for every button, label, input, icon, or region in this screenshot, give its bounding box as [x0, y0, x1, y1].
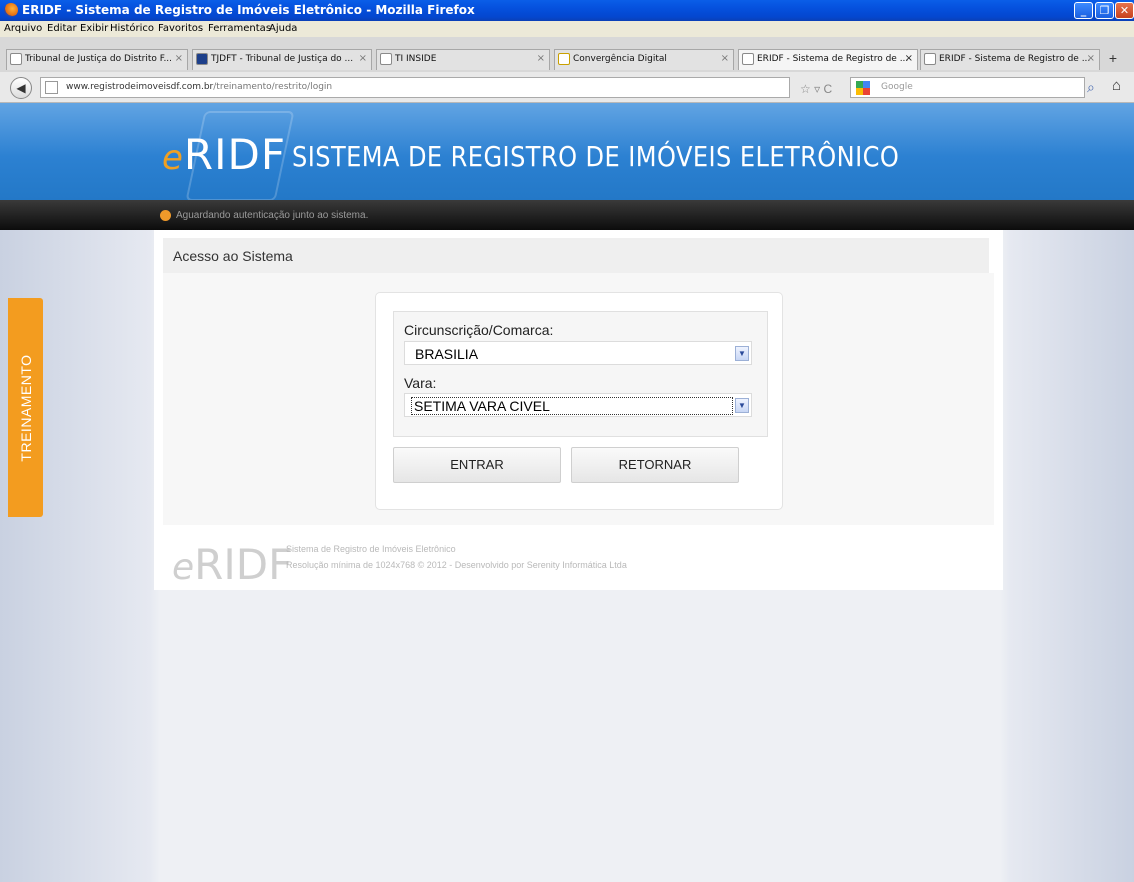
return-button[interactable]: RETORNAR — [571, 447, 739, 483]
menu-historico[interactable]: Histórico — [110, 23, 154, 34]
cd-favicon — [558, 53, 570, 65]
menu-exibir[interactable]: Exibir — [80, 23, 108, 34]
url-text: www.registrodeimoveisdf.com.br/treinamen… — [66, 82, 332, 92]
logo-main: RIDF — [183, 130, 286, 179]
logo-prefix: e — [162, 138, 184, 178]
main-content: Acesso ao Sistema Circunscrição/Comarca:… — [154, 230, 1003, 590]
tjdft-favicon — [196, 53, 208, 65]
firefox-icon — [4, 3, 18, 17]
tab-label: TI INSIDE — [395, 54, 437, 64]
vara-select[interactable]: SETIMA VARA CIVEL ▼ — [404, 393, 752, 417]
site-header: eRIDF SISTEMA DE REGISTRO DE IMÓVEIS ELE… — [0, 103, 1134, 200]
tab-label: TJDFT - Tribunal de Justiça do ... — [211, 54, 354, 64]
menu-editar[interactable]: Editar — [47, 23, 77, 34]
tab-close-icon[interactable]: × — [721, 53, 729, 64]
search-input[interactable]: Google — [850, 77, 1085, 98]
footer-logo-main: RIDF — [194, 540, 293, 589]
comarca-label: Circunscrição/Comarca: — [404, 322, 554, 338]
restore-button[interactable]: ❐ — [1095, 2, 1114, 19]
info-icon — [160, 210, 171, 221]
comarca-value: BRASILIA — [415, 346, 479, 362]
url-path: /treinamento/restrito/login — [213, 82, 333, 92]
navigation-bar: ◀ www.registrodeimoveisdf.com.br/treinam… — [0, 72, 1134, 103]
tab-close-icon[interactable]: × — [537, 53, 545, 64]
tab-close-icon[interactable]: × — [1087, 53, 1095, 64]
login-box: Circunscrição/Comarca: BRASILIA ▼ Vara: … — [375, 292, 783, 510]
window-title: ERIDF - Sistema de Registro de Imóveis E… — [22, 3, 475, 17]
comarca-select[interactable]: BRASILIA ▼ — [404, 341, 752, 365]
tab-close-icon[interactable]: × — [359, 53, 367, 64]
tab-label: ERIDF - Sistema de Registro de ... — [939, 54, 1091, 64]
search-placeholder: Google — [881, 82, 913, 92]
minimize-button[interactable]: _ — [1074, 2, 1093, 19]
footer-credits: Resolução mínima de 1024x768 © 2012 - De… — [286, 560, 627, 570]
vara-value: SETIMA VARA CIVEL — [411, 397, 733, 415]
chevron-down-icon[interactable]: ▼ — [735, 398, 749, 413]
training-label: TREINAMENTO — [17, 353, 34, 462]
tab-tjdft[interactable]: TJDFT - Tribunal de Justiça do ... × — [192, 49, 372, 70]
tab-label: Convergência Digital — [573, 54, 667, 64]
new-tab-button[interactable]: + — [1103, 49, 1123, 69]
url-domain: www.registrodeimoveisdf.com.br — [66, 82, 214, 92]
training-badge: TREINAMENTO — [8, 298, 43, 517]
status-message: Aguardando autenticação junto ao sistema… — [176, 210, 369, 221]
site-slogan: SISTEMA DE REGISTRO DE IMÓVEIS ELETRÔNIC… — [292, 140, 900, 173]
menu-favoritos[interactable]: Favoritos — [158, 23, 203, 34]
tab-label: Tribunal de Justiça do Distrito F... — [25, 54, 173, 64]
tab-close-icon[interactable]: × — [905, 53, 913, 64]
login-fieldset: Circunscrição/Comarca: BRASILIA ▼ Vara: … — [393, 311, 768, 437]
menu-bar: Arquivo Editar Exibir Histórico Favorito… — [0, 21, 1134, 37]
google-icon[interactable] — [856, 81, 870, 95]
tab-close-icon[interactable]: × — [175, 53, 183, 64]
site-identity-icon[interactable] — [45, 81, 58, 94]
page-favicon — [380, 53, 392, 65]
status-bar: Aguardando autenticação junto ao sistema… — [0, 200, 1134, 230]
window-titlebar: ERIDF - Sistema de Registro de Imóveis E… — [0, 0, 1134, 21]
enter-button[interactable]: ENTRAR — [393, 447, 561, 483]
tab-tjdf[interactable]: Tribunal de Justiça do Distrito F... × — [6, 49, 188, 70]
close-window-button[interactable]: ✕ — [1115, 2, 1134, 19]
footer-logo: eRIDF — [172, 540, 292, 589]
tab-eridf[interactable]: ERIDF - Sistema de Registro de ... × — [920, 49, 1100, 70]
tab-label: ERIDF - Sistema de Registro de ... — [757, 54, 909, 64]
menu-arquivo[interactable]: Arquivo — [4, 23, 42, 34]
tab-ti-inside[interactable]: TI INSIDE × — [376, 49, 550, 70]
home-icon[interactable]: ⌂ — [1112, 77, 1121, 94]
search-icon[interactable]: ⌕ — [1087, 79, 1095, 96]
site-logo: eRIDF — [162, 130, 286, 179]
menu-ferramentas[interactable]: Ferramentas — [208, 23, 271, 34]
footer-logo-prefix: e — [172, 547, 195, 588]
tab-eridf-active[interactable]: ERIDF - Sistema de Registro de ... × — [738, 49, 918, 70]
tab-bar: Tribunal de Justiça do Distrito F... × T… — [0, 37, 1134, 72]
chevron-down-icon[interactable]: ▼ — [735, 346, 749, 361]
tab-convergencia-digital[interactable]: Convergência Digital × — [554, 49, 734, 70]
page-favicon — [924, 53, 936, 65]
address-bar[interactable]: www.registrodeimoveisdf.com.br/treinamen… — [40, 77, 790, 98]
vara-label: Vara: — [404, 375, 437, 391]
footer-system-name: Sistema de Registro de Imóveis Eletrônic… — [286, 544, 456, 554]
bookmark-star-icon[interactable]: ☆ ▿ C — [800, 82, 832, 96]
tjdf-favicon — [10, 53, 22, 65]
menu-ajuda[interactable]: Ajuda — [269, 23, 297, 34]
back-button[interactable]: ◀ — [10, 77, 32, 99]
page-favicon — [742, 53, 754, 65]
section-title: Acesso ao Sistema — [163, 238, 989, 273]
